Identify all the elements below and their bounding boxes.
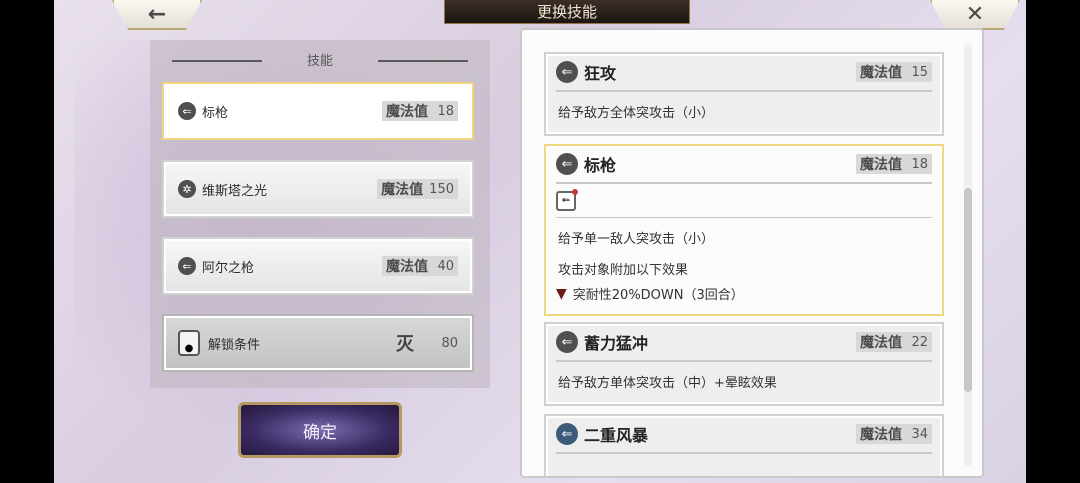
mp-value: 15 (911, 64, 928, 80)
skill-card-header: ⇐ 狂攻 魔法值 15 (556, 54, 932, 92)
unlock-cost: 80 (441, 335, 458, 351)
mp-cost: 魔法值 34 (856, 424, 932, 444)
skill-effect: ▼ 突耐性20%DOWN（3回合） (556, 278, 932, 304)
status-effect-row: ⇐ (556, 184, 932, 218)
skill-name: 阿尔之枪 (202, 260, 255, 276)
skill-card-selected[interactable]: ⇐ 标枪 魔法值 18 ⇐ 给予单一敌人突攻击（小） 攻击对象附加以下效果 ▼ … (544, 144, 944, 316)
skill-description: 给予单一敌人突攻击（小） (558, 232, 715, 247)
skill-name: 蓄力猛冲 (584, 334, 649, 353)
mp-cost: 魔法值 15 (856, 62, 932, 82)
unlock-condition-label: 解锁条件 (208, 337, 261, 353)
header-ornament-right (378, 60, 468, 62)
spear-icon: ⇐ (556, 153, 578, 175)
close-button[interactable]: ✕ (930, 0, 1020, 30)
locked-skill-slot[interactable]: ● 解锁条件 灭 80 (162, 314, 474, 372)
skill-description: 给予敌方全体突攻击（小） (558, 106, 715, 121)
header-ornament-left (172, 60, 262, 62)
mp-label: 魔法值 (860, 335, 902, 351)
lock-icon: ● (178, 330, 200, 356)
back-arrow-icon: ← (147, 1, 167, 27)
equipped-skills-panel: 技能 ⇐ 标枪 魔法值 18 ✲ 维斯塔之光 魔法值 150 ⇐ 阿尔之枪 魔法… (150, 40, 490, 388)
mp-value: 18 (911, 156, 928, 172)
skill-effect-text: 突耐性20%DOWN（3回合） (572, 288, 744, 303)
equipped-skills-title: 技能 (306, 54, 333, 69)
mp-label: 魔法值 (860, 65, 902, 81)
mp-label: 魔法值 (860, 157, 902, 173)
spear-icon: ⇐ (556, 331, 578, 353)
skill-card[interactable]: ⇐ 狂攻 魔法值 15 给予敌方全体突攻击（小） (544, 52, 944, 136)
skill-description: 给予敌方单体突攻击（中）+晕眩效果 (558, 376, 777, 391)
mp-value: 34 (911, 426, 928, 442)
skill-name: 狂攻 (584, 64, 617, 83)
equipped-skill-slot-2[interactable]: ✲ 维斯塔之光 魔法值 150 (162, 160, 474, 218)
back-button[interactable]: ← (112, 0, 202, 30)
confirm-button[interactable]: 确定 (238, 402, 402, 458)
skill-list-panel[interactable]: ⇐ 狂攻 魔法值 15 给予敌方全体突攻击（小） ⇐ 标枪 魔法值 18 ⇐ 给… (520, 28, 984, 478)
pierce-resist-down-icon: ⇐ (556, 188, 578, 211)
equipped-skill-slot-1[interactable]: ⇐ 标枪 魔法值 18 (162, 82, 474, 140)
spear-icon: ⇐ (178, 257, 196, 275)
mp-cost: 魔法值 18 (382, 101, 458, 121)
mp-label: 魔法值 (860, 427, 902, 443)
currency-icon: 灭 (396, 334, 414, 355)
mp-cost: 魔法值 150 (377, 179, 458, 199)
spear-icon: ⇐ (556, 423, 578, 445)
spear-icon: ⇐ (556, 61, 578, 83)
mp-cost: 魔法值 18 (856, 154, 932, 174)
skill-card-header: ⇐ 二重风暴 魔法值 34 (556, 416, 932, 454)
page-title: 更换技能 (444, 0, 690, 24)
scrollbar-thumb[interactable] (964, 188, 972, 392)
skill-card[interactable]: ⇐ 蓄力猛冲 魔法值 22 给予敌方单体突攻击（中）+晕眩效果 (544, 322, 944, 406)
skill-name: 维斯塔之光 (202, 183, 268, 199)
equipped-skills-header: 技能 (150, 50, 490, 72)
skill-card-header: ⇐ 标枪 魔法值 18 (556, 146, 932, 184)
skill-card-header: ⇐ 蓄力猛冲 魔法值 22 (556, 324, 932, 362)
skill-name: 二重风暴 (584, 426, 649, 445)
mp-label: 魔法值 (386, 259, 428, 275)
spear-icon: ⇐ (178, 102, 196, 120)
skill-name: 标枪 (584, 156, 617, 175)
mp-value: 40 (437, 258, 454, 274)
mp-cost: 魔法值 22 (856, 332, 932, 352)
skill-card[interactable]: ⇐ 二重风暴 魔法值 34 (544, 414, 944, 476)
mp-value: 22 (911, 334, 928, 350)
close-icon: ✕ (965, 1, 985, 27)
scrollbar[interactable] (964, 44, 972, 466)
mp-value: 18 (437, 103, 454, 119)
mp-value: 150 (429, 181, 454, 197)
skill-name: 标枪 (202, 105, 229, 121)
mp-label: 魔法值 (381, 182, 424, 198)
mp-cost: 魔法值 40 (382, 256, 458, 276)
skill-change-screen: ← 更换技能 ✕ 技能 ⇐ 标枪 魔法值 18 ✲ 维斯塔之光 魔法值 150 (54, 0, 1026, 483)
skill-extra-text: 攻击对象附加以下效果 (558, 263, 689, 278)
down-arrow-icon: ▼ (556, 285, 567, 302)
equipped-skill-slot-3[interactable]: ⇐ 阿尔之枪 魔法值 40 (162, 237, 474, 295)
mp-label: 魔法值 (386, 104, 428, 120)
light-icon: ✲ (178, 180, 196, 198)
